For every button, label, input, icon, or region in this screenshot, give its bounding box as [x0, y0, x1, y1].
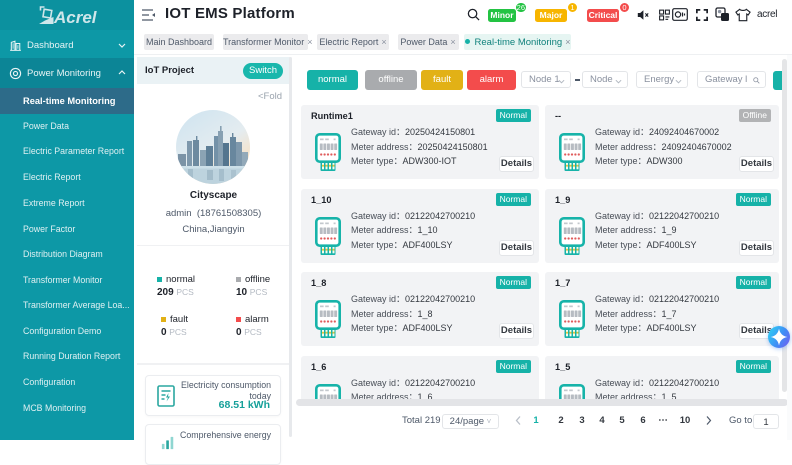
svg-text:Acrel: Acrel: [53, 8, 98, 27]
